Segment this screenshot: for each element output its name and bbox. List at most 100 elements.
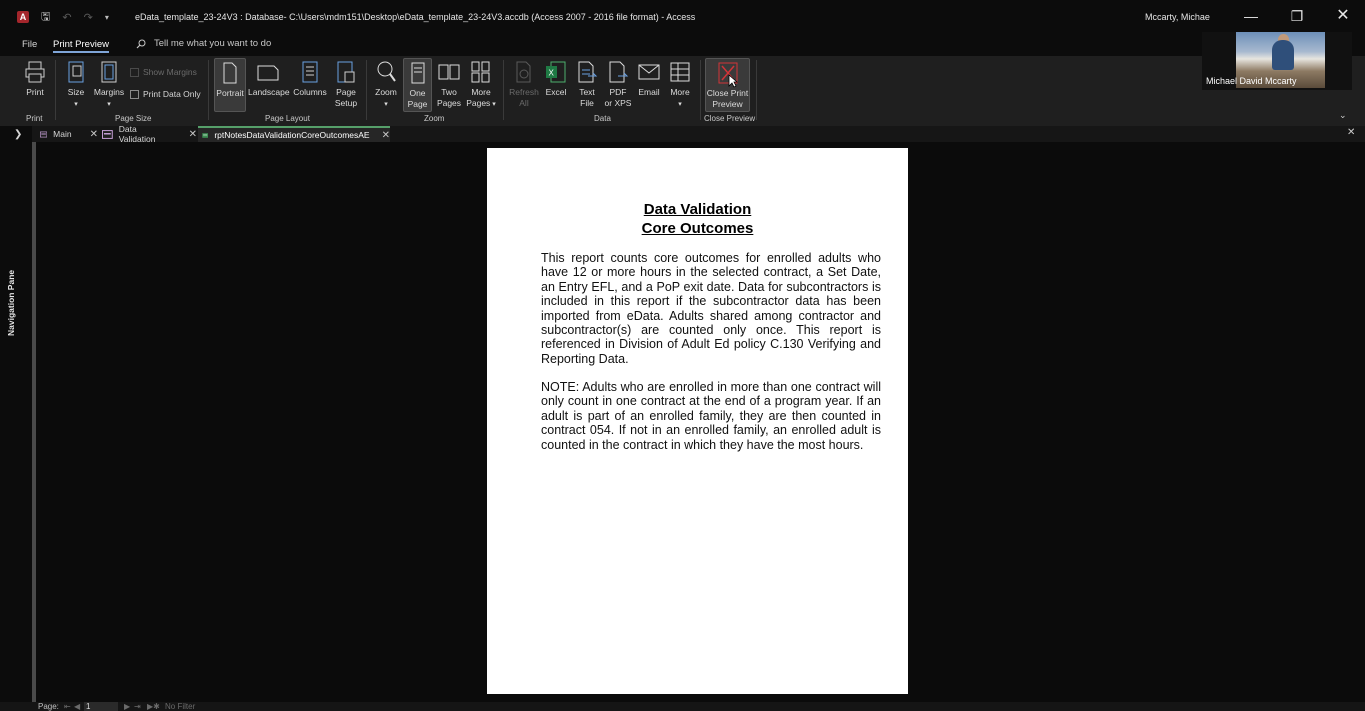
two-pages-button[interactable]: Two Pages (435, 60, 463, 108)
landscape-button[interactable]: Landscape (248, 60, 290, 98)
columns-label: Columns (293, 87, 327, 97)
portrait-page-icon (223, 62, 237, 84)
page-setup-label-2: Setup (334, 97, 358, 108)
more-pages-button[interactable]: More Pages ▾ (464, 60, 498, 110)
expand-nav-pane-icon[interactable]: ❯ (14, 129, 22, 140)
group-divider (756, 60, 757, 120)
text-file-label-2: File (580, 97, 594, 108)
customize-qat-icon[interactable]: ▾ (105, 13, 109, 22)
refresh-all-label-1: Refresh (509, 87, 539, 97)
search-icon (136, 39, 146, 48)
email-button[interactable]: Email (635, 60, 663, 98)
tab-file[interactable]: File (22, 39, 37, 50)
more-pages-label-2: Pages (466, 97, 491, 108)
portrait-label: Portrait (216, 88, 244, 98)
redo-icon[interactable]: ↷ (84, 11, 93, 24)
doc-tab-report[interactable]: rptNotesDataValidationCoreOutcomesAE ✕ (198, 126, 390, 142)
save-icon[interactable]: 🖫 (41, 8, 50, 27)
show-margins-label: Show Margins (143, 67, 197, 77)
report-page: Data Validation Core Outcomes This repor… (487, 148, 908, 694)
email-icon (638, 64, 660, 80)
page-label: Page: (38, 702, 59, 711)
columns-button[interactable]: Columns (292, 60, 328, 98)
two-pages-icon (438, 64, 460, 80)
page-number-input[interactable]: 1 (84, 702, 118, 711)
form-icon (40, 131, 48, 137)
undo-icon[interactable]: ↶ (62, 11, 71, 24)
status-bar: Page: ⇤ ◀ 1 ▶ ⇥ ▶✱ No Filter (0, 702, 1365, 711)
title-bar: A 🖫 ↶ ↷ ▾ eData_template_23-24V3 : Datab… (0, 0, 1365, 34)
no-filter-indicator[interactable]: No Filter (165, 702, 195, 711)
close-tab-icon[interactable]: ✕ (189, 129, 197, 140)
checkbox-icon (130, 67, 139, 77)
minimize-button[interactable]: — (1236, 6, 1266, 26)
tab-print-preview[interactable]: Print Preview (53, 39, 109, 53)
portrait-button[interactable]: Portrait (214, 58, 246, 112)
last-page-icon[interactable]: ⇥ (134, 702, 141, 711)
print-data-only-checkbox[interactable]: Print Data Only (130, 89, 201, 99)
form-icon (102, 129, 113, 139)
new-record-icon[interactable]: ▶✱ (147, 702, 160, 711)
group-label-print: Print (26, 114, 43, 123)
next-page-icon[interactable]: ▶ (124, 702, 130, 711)
refresh-all-button[interactable]: Refresh All (508, 60, 540, 108)
refresh-all-label-2: All (519, 97, 529, 108)
group-label-zoom: Zoom (424, 114, 445, 123)
one-page-label-2: Page (407, 98, 428, 109)
first-page-icon[interactable]: ⇤ (64, 702, 71, 711)
access-app-icon[interactable]: A (17, 11, 29, 23)
group-label-page-size: Page Size (115, 114, 152, 123)
close-document-icon[interactable]: ✕ (1347, 127, 1355, 138)
text-file-export-button[interactable]: Text File (573, 60, 601, 108)
excel-export-button[interactable]: X Excel (542, 60, 570, 98)
restore-button[interactable]: ❐ (1282, 6, 1312, 26)
more-label: More (670, 87, 690, 97)
margins-button[interactable]: Margins ▾ (92, 60, 126, 110)
landscape-page-icon (257, 65, 279, 81)
tell-me-text: Tell me what you want to do (154, 38, 272, 49)
one-page-label-1: One (409, 88, 426, 98)
close-tab-icon[interactable]: ✕ (382, 130, 390, 141)
collapse-ribbon-icon[interactable]: ⌄ (1339, 110, 1347, 121)
zoom-button[interactable]: Zoom ▾ (372, 60, 400, 110)
excel-icon: X (546, 61, 566, 83)
show-margins-checkbox[interactable]: Show Margins (130, 67, 197, 77)
signed-in-user[interactable]: Mccarty, Michae (1145, 12, 1210, 22)
tell-me-box[interactable]: Tell me what you want to do (136, 38, 271, 49)
doc-tab-main[interactable]: Main ✕ (36, 126, 98, 142)
close-tab-icon[interactable]: ✕ (90, 129, 98, 140)
document-tabs: Main ✕ Data Validation ✕ rptNotesDataVal… (0, 124, 1365, 144)
doc-tab-data-validation[interactable]: Data Validation ✕ (98, 124, 197, 144)
checkbox-icon (130, 89, 139, 99)
pdf-xps-export-button[interactable]: PDF or XPS (603, 60, 633, 108)
report-title: Data Validation Core Outcomes (487, 201, 908, 238)
size-button[interactable]: Size ▾ (62, 60, 90, 110)
chevron-down-icon: ▾ (74, 100, 78, 108)
close-window-button[interactable]: ✕ (1328, 6, 1358, 26)
pdf-icon (609, 61, 629, 83)
chevron-down-icon: ▾ (384, 100, 388, 108)
window-title: eData_template_23-24V3 : Database- C:\Us… (135, 12, 696, 22)
chevron-down-icon: ▾ (490, 100, 496, 108)
size-label: Size (67, 87, 85, 97)
margins-icon (101, 61, 117, 83)
print-button[interactable]: Print (20, 60, 50, 98)
svg-text:X: X (549, 69, 555, 78)
pdf-label-2: or XPS (604, 97, 632, 108)
chevron-down-icon: ▾ (678, 100, 682, 108)
navigation-pane[interactable]: ❯ Navigation Pane (0, 126, 32, 702)
report-icon (202, 132, 209, 138)
one-page-button[interactable]: One Page (403, 58, 432, 112)
page-setup-button[interactable]: Page Setup (331, 60, 361, 108)
more-pages-icon (471, 61, 490, 83)
group-label-close-preview: Close Preview (704, 114, 756, 123)
printer-icon (25, 61, 45, 83)
group-divider (700, 60, 701, 120)
previous-page-icon[interactable]: ◀ (74, 702, 80, 711)
more-export-button[interactable]: More ▾ (666, 60, 694, 110)
margins-label: Margins (93, 87, 125, 97)
columns-icon (302, 61, 318, 83)
text-file-label-1: Text (579, 87, 595, 97)
landscape-label: Landscape (248, 87, 290, 97)
meeting-participant-tile: Michael David Mccarty (1202, 32, 1352, 90)
